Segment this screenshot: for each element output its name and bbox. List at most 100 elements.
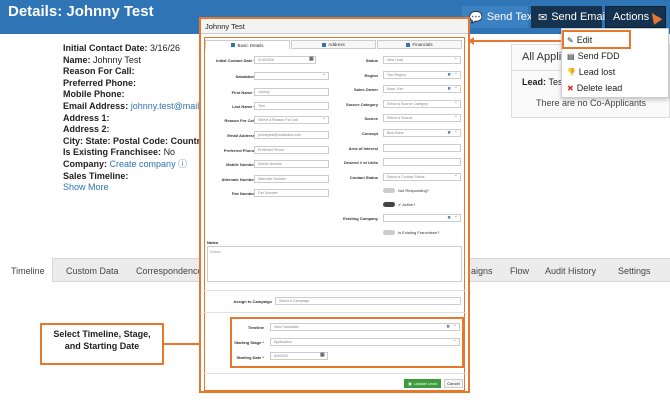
source-select[interactable]: Select a Source [383, 114, 461, 122]
field-label: Desired # of Units [343, 160, 378, 165]
tab-campaigns[interactable]: aigns [471, 266, 493, 276]
tab-flow[interactable]: Flow [510, 266, 529, 276]
modal-tab-basic-details[interactable]: Basic Details [205, 40, 290, 49]
email-address-input[interactable]: johnnytest@mailinator.com [254, 131, 329, 139]
field-label: Area of Interest [348, 146, 378, 151]
preferred-phone-input[interactable]: Preferred Phone [254, 146, 329, 154]
field-label: Region [364, 73, 378, 78]
update-lead-button[interactable]: ▣ Update Lead [404, 379, 441, 388]
field-label: Source [364, 116, 378, 121]
initial-contact-date-input[interactable]: 3/16/2026 [254, 56, 316, 64]
no-co-applicants-text: There are no Co-Applicants [536, 98, 647, 108]
send-email-label: Send Email [551, 11, 608, 23]
campaign-select[interactable]: Select a Campaign [275, 297, 461, 305]
menu-item-lead-lost[interactable]: 👎 Lead lost [567, 65, 615, 79]
edit-highlight-box [562, 30, 631, 49]
region-select[interactable]: Test Region ✖ [383, 71, 461, 79]
field-label: Fax Number [231, 191, 255, 196]
tab-audit-history[interactable]: Audit History [545, 266, 596, 276]
send-text-button[interactable]: 💬 Send Text [462, 6, 535, 28]
divider [203, 290, 466, 291]
fax-number-input[interactable]: Fax Number [254, 189, 329, 197]
info-icon: ⓘ [178, 158, 188, 169]
menu-item-send-fdd[interactable]: ▤ Send FDD [567, 49, 620, 63]
field-label: Sales Owner [353, 87, 378, 92]
create-company-link[interactable]: Create company [110, 159, 176, 169]
field-label: Preferred Phone [223, 148, 255, 153]
field-label: Assign to Campaign [233, 299, 272, 304]
notes-label: Notes [207, 240, 219, 245]
field-label: Source Category [345, 102, 378, 107]
tab-timeline[interactable]: Timeline [11, 266, 45, 276]
actions-label: Actions [613, 11, 650, 23]
calendar-icon: ▦ [309, 56, 314, 62]
alternate-number-input[interactable]: Alternate Number [254, 175, 329, 183]
chat-bubble-icon: 💬 [469, 11, 483, 24]
clear-icon: ✖ [447, 215, 451, 220]
field-label: Contact Status [349, 175, 378, 180]
field-label: Existing Company [343, 216, 378, 221]
check-square-icon [406, 42, 411, 47]
status-select[interactable]: New Lead [383, 56, 461, 64]
field-label: Email Address [227, 133, 255, 138]
thumbs-down-icon: 👎 [567, 69, 576, 76]
modal-title: Johnny Test [201, 19, 468, 34]
first-name-input[interactable]: Johnny [254, 88, 329, 96]
mobile-number-input[interactable]: Mobile Number [254, 160, 329, 168]
field-label: First Name * [231, 90, 255, 95]
send-text-label: Send Text [486, 11, 536, 23]
cancel-button[interactable]: Cancel [444, 379, 463, 388]
page-title: Details: Johnny Test [8, 3, 154, 20]
check-icon: ✔ [398, 202, 402, 207]
instruction-callout: Select Timeline, Stage, and Starting Dat… [40, 323, 164, 365]
email-link[interactable]: johnny.test@mailin [131, 101, 207, 111]
modal-tab-financials[interactable]: Financials [377, 40, 462, 49]
field-label: Last Name * [232, 104, 255, 109]
source-category-select[interactable]: Select a Source Category [383, 100, 461, 108]
active-toggle[interactable] [383, 202, 395, 207]
notes-textarea[interactable]: Notes [207, 246, 462, 282]
field-label: Alternate Number [221, 177, 255, 182]
send-email-button[interactable]: ✉ Send Email [531, 6, 607, 28]
desired-units-input[interactable] [383, 158, 461, 166]
menu-item-delete-lead[interactable]: ✖ Delete lead [567, 81, 622, 95]
field-label: Mobile Number [226, 162, 255, 167]
clear-icon: ✖ [447, 72, 451, 77]
lead-details-list: Initial Contact Date: 3/16/26 Name: John… [63, 43, 207, 194]
divider [203, 312, 466, 313]
field-label: Salutation [235, 74, 255, 79]
sales-owner-select[interactable]: Kase, Kim ✖ [383, 85, 461, 93]
tab-custom-data[interactable]: Custom Data [66, 266, 119, 276]
co-applicants-title: All Applic [522, 51, 567, 63]
reason-for-call-select[interactable]: Select a Reason For Call [254, 116, 329, 124]
timeline-highlight-box [230, 317, 464, 368]
not-responding-toggle[interactable] [383, 188, 395, 193]
envelope-icon: ✉ [538, 11, 548, 24]
tab-correspondence[interactable]: Correspondence [136, 266, 203, 276]
not-responding-label: Not Responding? [398, 188, 429, 193]
existing-company-select[interactable]: ✖ [383, 214, 461, 222]
clear-icon: ✖ [447, 130, 451, 135]
existing-franchisee-label: Is Existing Franchisee? [398, 230, 440, 235]
check-square-icon [231, 43, 236, 47]
document-icon: ▤ [567, 51, 575, 61]
active-label: ✔ Active? [398, 202, 416, 207]
field-label: Status [365, 58, 378, 63]
area-of-interest-input[interactable] [383, 144, 461, 152]
clear-icon: ✖ [447, 86, 451, 91]
modal-tab-address[interactable]: Address [291, 40, 376, 49]
field-label: Reason For Call [224, 118, 255, 123]
tab-settings[interactable]: Settings [618, 266, 651, 276]
modal-connector [470, 40, 561, 42]
check-square-icon [322, 42, 327, 47]
field-label: Initial Contact Date * [216, 58, 255, 63]
save-icon: ▣ [408, 381, 412, 386]
last-name-input[interactable]: Test [254, 102, 329, 110]
show-more-link[interactable]: Show More [63, 182, 206, 194]
concept-select[interactable]: Best Brew ✖ [383, 129, 461, 137]
co-applicants-lead: Lead: Tes [522, 77, 563, 87]
existing-franchisee-toggle[interactable] [383, 230, 395, 235]
salutation-select[interactable] [254, 72, 329, 80]
divider [203, 373, 466, 374]
contact-status-select[interactable]: Select a Contact Status [383, 173, 461, 181]
